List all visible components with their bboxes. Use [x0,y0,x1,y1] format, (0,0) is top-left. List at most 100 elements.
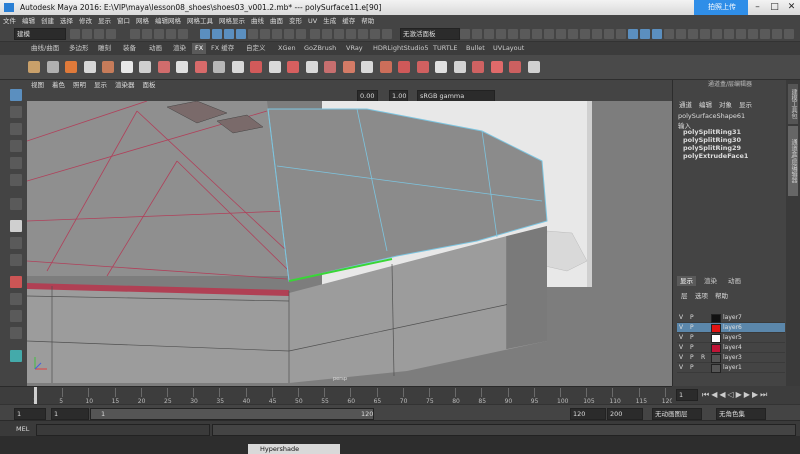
shelf-tool-icon[interactable] [157,61,170,73]
custom-layout-icon[interactable] [10,327,22,339]
lasso-tool-icon[interactable] [10,106,22,118]
statusline-tool-icon[interactable] [94,29,104,39]
shelf-tab[interactable]: VRay [343,43,366,54]
side-tab-channel-box[interactable]: 通道盒/层编辑器 [788,126,798,196]
layer-name[interactable]: layer5 [723,333,742,342]
layer-row[interactable]: V Player5 [677,333,785,343]
layer-color-swatch[interactable] [711,314,721,323]
shelf-tool-icon[interactable] [213,61,225,73]
shelf-tab[interactable]: UVLayout [490,43,527,54]
move-tool-icon[interactable] [10,140,22,152]
statusline-tool-icon[interactable] [496,29,506,39]
node-name[interactable]: polySurfaceShape61 [678,112,745,120]
shelf-tab[interactable]: XGen [275,43,299,54]
shelf-tool-icon[interactable] [139,61,151,73]
statusline-tool-icon[interactable] [640,29,650,39]
layer-editor-tab[interactable]: 显示 [677,276,696,286]
layer-playback-toggle[interactable]: P [690,353,694,362]
statusline-tool-icon[interactable] [748,29,758,39]
shelf-tool-icon[interactable] [28,61,40,73]
statusline-tool-icon[interactable] [664,29,674,39]
statusline-tool-icon[interactable] [592,29,602,39]
layer-visibility-toggle[interactable]: V [679,333,683,342]
layer-playback-toggle[interactable]: P [690,323,694,332]
shelf-tab[interactable]: FX 缓存 [208,43,237,54]
layer-color-swatch[interactable] [711,354,721,363]
layer-name[interactable]: layer3 [723,353,742,362]
menu-item[interactable]: 生成 [320,15,339,27]
statusline-tool-icon[interactable] [70,29,80,39]
playback-buttons[interactable]: ⏮◀◀◁▶▶▶⏭ [702,390,769,400]
menu-item[interactable]: 编辑 [19,15,38,27]
graph-layout-icon[interactable] [10,293,22,305]
shelf-tab[interactable]: TURTLE [430,43,460,54]
shelf-tab[interactable]: FX [192,43,207,54]
statusline-tool-icon[interactable] [520,29,530,39]
shelf-tab[interactable]: 渲染 [170,43,189,54]
layer-menu-item[interactable]: 帮助 [715,290,728,300]
layer-editor-tab[interactable]: 动画 [725,276,744,286]
statusline-tool-icon[interactable] [556,29,566,39]
statusline-tool-icon[interactable] [544,29,554,39]
statusline-tool-icon[interactable] [652,29,662,39]
statusline-tool-icon[interactable] [322,29,332,39]
statusline-tool-icon[interactable] [310,29,320,39]
statusline-tool-icon[interactable] [82,29,92,39]
statusline-tool-icon[interactable] [712,29,722,39]
shelf-tool-icon[interactable] [287,61,299,73]
statusline-tool-icon[interactable] [628,29,638,39]
playback-end-field[interactable]: 120 [570,408,606,420]
statusline-tool-icon[interactable] [460,29,470,39]
statusline-tool-icon[interactable] [616,29,626,39]
statusline-tool-icon[interactable] [484,29,494,39]
shelf-tool-icon[interactable] [65,61,77,73]
shelf-tool-icon[interactable] [46,61,59,73]
menu-item[interactable]: 曲线 [248,15,267,27]
statusline-tool-icon[interactable] [212,29,222,39]
shelf-tool-icon[interactable] [231,61,244,73]
menu-item[interactable]: 选择 [57,15,76,27]
menu-item[interactable]: 修改 [76,15,95,27]
statusline-tool-icon[interactable] [724,29,734,39]
panel-menu-item[interactable]: 渲染器 [111,80,139,90]
viewport-persp[interactable]: persp [27,101,672,386]
single-view-icon[interactable] [10,198,22,210]
channel-menu-item[interactable]: 显示 [739,99,752,109]
layout-four-icon[interactable] [10,220,22,232]
statusline-tool-icon[interactable] [154,29,164,39]
menu-item[interactable]: 网格显示 [216,15,248,27]
statusline-tool-icon[interactable] [346,29,356,39]
upload-button[interactable]: 拍照上传 [694,0,748,15]
statusline-tool-icon[interactable] [272,29,282,39]
statusline-tool-icon[interactable] [296,29,306,39]
statusline-tool-icon[interactable] [142,29,152,39]
statusline-tool-icon[interactable] [248,29,258,39]
panel-menu-item[interactable]: 面板 [139,80,160,90]
shelf-tab[interactable]: 曲线/曲面 [28,43,62,54]
range-slider[interactable]: 1 120 [90,408,374,420]
shelf-tool-icon[interactable] [379,61,392,73]
statusline-tool-icon[interactable] [772,29,782,39]
shelf-tab[interactable]: GoZBrush [301,43,339,54]
layer-row[interactable]: V P Rlayer3 [677,353,785,363]
panel-menu-item[interactable]: 照明 [69,80,90,90]
taskbar-hypershade[interactable]: Hypershade [248,444,340,454]
layer-row[interactable]: V Player7 [677,313,785,323]
statusline-tool-icon[interactable] [382,29,392,39]
layer-playback-toggle[interactable]: P [690,333,694,342]
history-node[interactable]: polyExtrudeFace1 [683,152,748,160]
menu-item[interactable]: 缓存 [339,15,358,27]
start-time-field[interactable]: 1 [14,408,46,420]
time-slider[interactable]: 1510152025303540455055606570758085909510… [0,386,673,405]
layer-color-swatch[interactable] [711,364,721,373]
select-tool-icon[interactable] [10,89,22,101]
layer-color-swatch[interactable] [711,334,721,343]
layer-playback-toggle[interactable]: P [690,363,694,372]
statusline-tool-icon[interactable] [236,29,246,39]
layer-visibility-toggle[interactable]: V [679,353,683,362]
statusline-tool-icon[interactable] [260,29,270,39]
statusline-tool-icon[interactable] [106,29,116,39]
shelf-tool-icon[interactable] [361,61,373,73]
statusline-tool-icon[interactable] [224,29,234,39]
layer-visibility-toggle[interactable]: V [679,363,683,372]
